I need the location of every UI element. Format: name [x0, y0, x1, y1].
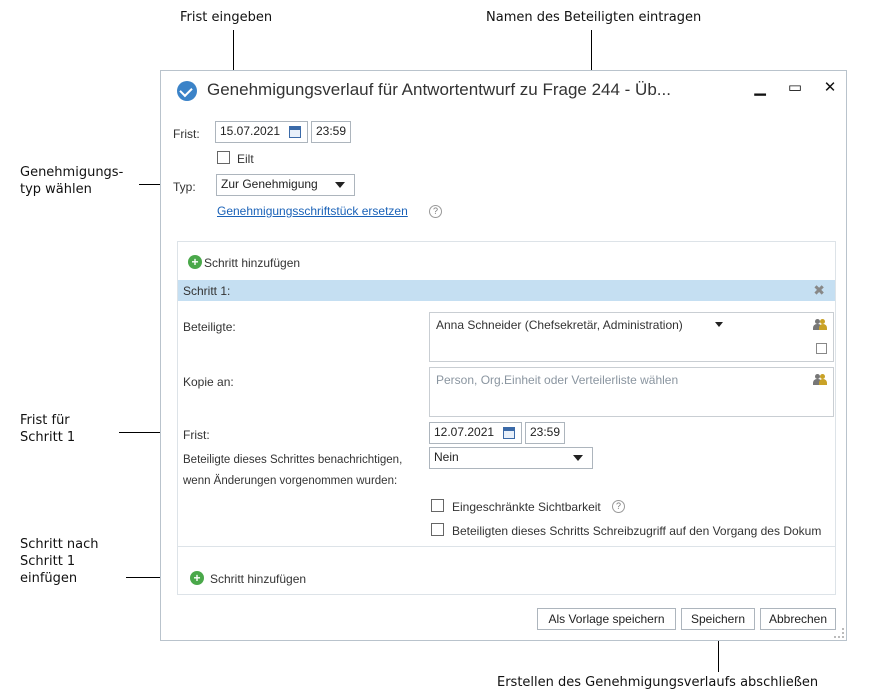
- save-as-template-button[interactable]: Als Vorlage speichern: [537, 608, 676, 630]
- annotation-deadline: Frist eingeben: [180, 10, 273, 25]
- deadline-time-input[interactable]: 23:59: [311, 121, 351, 143]
- save-button[interactable]: Speichern: [681, 608, 755, 630]
- chevron-down-icon[interactable]: [715, 322, 723, 327]
- urgent-label: Eilt: [237, 152, 254, 166]
- write-access-label: Beteiligten dieses Schritts Schreibzugri…: [452, 524, 822, 538]
- step-1-header: Schritt 1: ✖: [178, 280, 835, 301]
- restricted-visibility-label: Eingeschränkte Sichtbarkeit: [452, 500, 601, 514]
- minimize-button[interactable]: ▁: [751, 79, 769, 97]
- help-icon[interactable]: ?: [612, 500, 625, 513]
- people-picker-icon[interactable]: [813, 374, 827, 386]
- divider: [178, 545, 179, 546]
- deadline-label: Frist:: [173, 127, 200, 141]
- step-deadline-date-value: 12.07.2021: [434, 425, 495, 439]
- steps-panel: + Schritt hinzufügen Schritt 1: ✖ Beteil…: [177, 241, 836, 595]
- step-deadline-time-value: 23:59: [530, 425, 561, 439]
- annotation-insert-step: Schritt nach Schritt 1 einfügen: [20, 537, 99, 586]
- participants-label: Beteiligte:: [183, 320, 236, 334]
- type-label: Typ:: [173, 180, 196, 194]
- notify-label-line1: Beteiligte dieses Schrittes benachrichti…: [183, 454, 403, 466]
- annotation-finish: Erstellen des Genehmigungsverlaufs absch…: [497, 675, 819, 690]
- chevron-down-icon: [573, 455, 583, 461]
- add-circle-icon[interactable]: +: [188, 255, 202, 269]
- restricted-visibility-checkbox[interactable]: [431, 499, 444, 512]
- chevron-down-icon: [335, 182, 345, 188]
- add-step-top-button[interactable]: Schritt hinzufügen: [204, 256, 300, 270]
- notify-select-value: Nein: [434, 450, 459, 464]
- people-picker-icon[interactable]: [813, 319, 827, 331]
- copy-to-placeholder: Person, Org.Einheit oder Verteilerliste …: [436, 373, 679, 387]
- copy-to-label: Kopie an:: [183, 375, 234, 389]
- help-icon[interactable]: ?: [429, 205, 442, 218]
- dialog-titlebar: Genehmigungsverlauf für Antwortentwurf z…: [161, 71, 846, 111]
- cancel-button[interactable]: Abbrechen: [760, 608, 836, 630]
- divider: [178, 546, 835, 547]
- calendar-icon[interactable]: [503, 427, 515, 439]
- close-button[interactable]: ✕: [821, 79, 839, 97]
- approval-dialog: Genehmigungsverlauf für Antwortentwurf z…: [160, 70, 847, 641]
- calendar-icon[interactable]: [289, 126, 301, 138]
- replace-document-link[interactable]: Genehmigungsschriftstück ersetzen: [217, 204, 408, 218]
- write-access-checkbox[interactable]: [431, 523, 444, 536]
- approval-check-icon: [177, 81, 197, 101]
- copy-to-input[interactable]: Person, Org.Einheit oder Verteilerliste …: [429, 367, 834, 417]
- annotation-type: Genehmigungs- typ wählen: [20, 165, 124, 197]
- participants-input[interactable]: Anna Schneider (Chefsekretär, Administra…: [429, 312, 834, 362]
- urgent-checkbox[interactable]: [217, 151, 230, 164]
- participants-value[interactable]: Anna Schneider (Chefsekretär, Administra…: [436, 318, 683, 332]
- type-select-value: Zur Genehmigung: [221, 177, 318, 191]
- annotation-step-deadline: Frist für Schritt 1: [20, 413, 76, 445]
- step-deadline-time-input[interactable]: 23:59: [525, 422, 565, 444]
- step-deadline-label: Frist:: [183, 428, 210, 442]
- add-circle-icon[interactable]: +: [190, 571, 204, 585]
- edit-icon[interactable]: [816, 343, 827, 354]
- notify-select[interactable]: Nein: [429, 447, 593, 469]
- notify-label-line2: wenn Änderungen vorgenommen wurden:: [183, 475, 398, 487]
- maximize-button[interactable]: ▭: [786, 79, 804, 97]
- annotation-participants: Namen des Beteiligten eintragen: [486, 10, 702, 25]
- remove-step-icon[interactable]: ✖: [813, 282, 825, 299]
- add-step-bottom-button[interactable]: Schritt hinzufügen: [210, 572, 306, 586]
- resize-grip-icon[interactable]: [834, 628, 844, 638]
- dialog-title: Genehmigungsverlauf für Antwortentwurf z…: [207, 80, 671, 99]
- deadline-time-value: 23:59: [316, 124, 347, 138]
- step-1-title: Schritt 1:: [183, 284, 231, 298]
- deadline-date-value: 15.07.2021: [220, 124, 281, 138]
